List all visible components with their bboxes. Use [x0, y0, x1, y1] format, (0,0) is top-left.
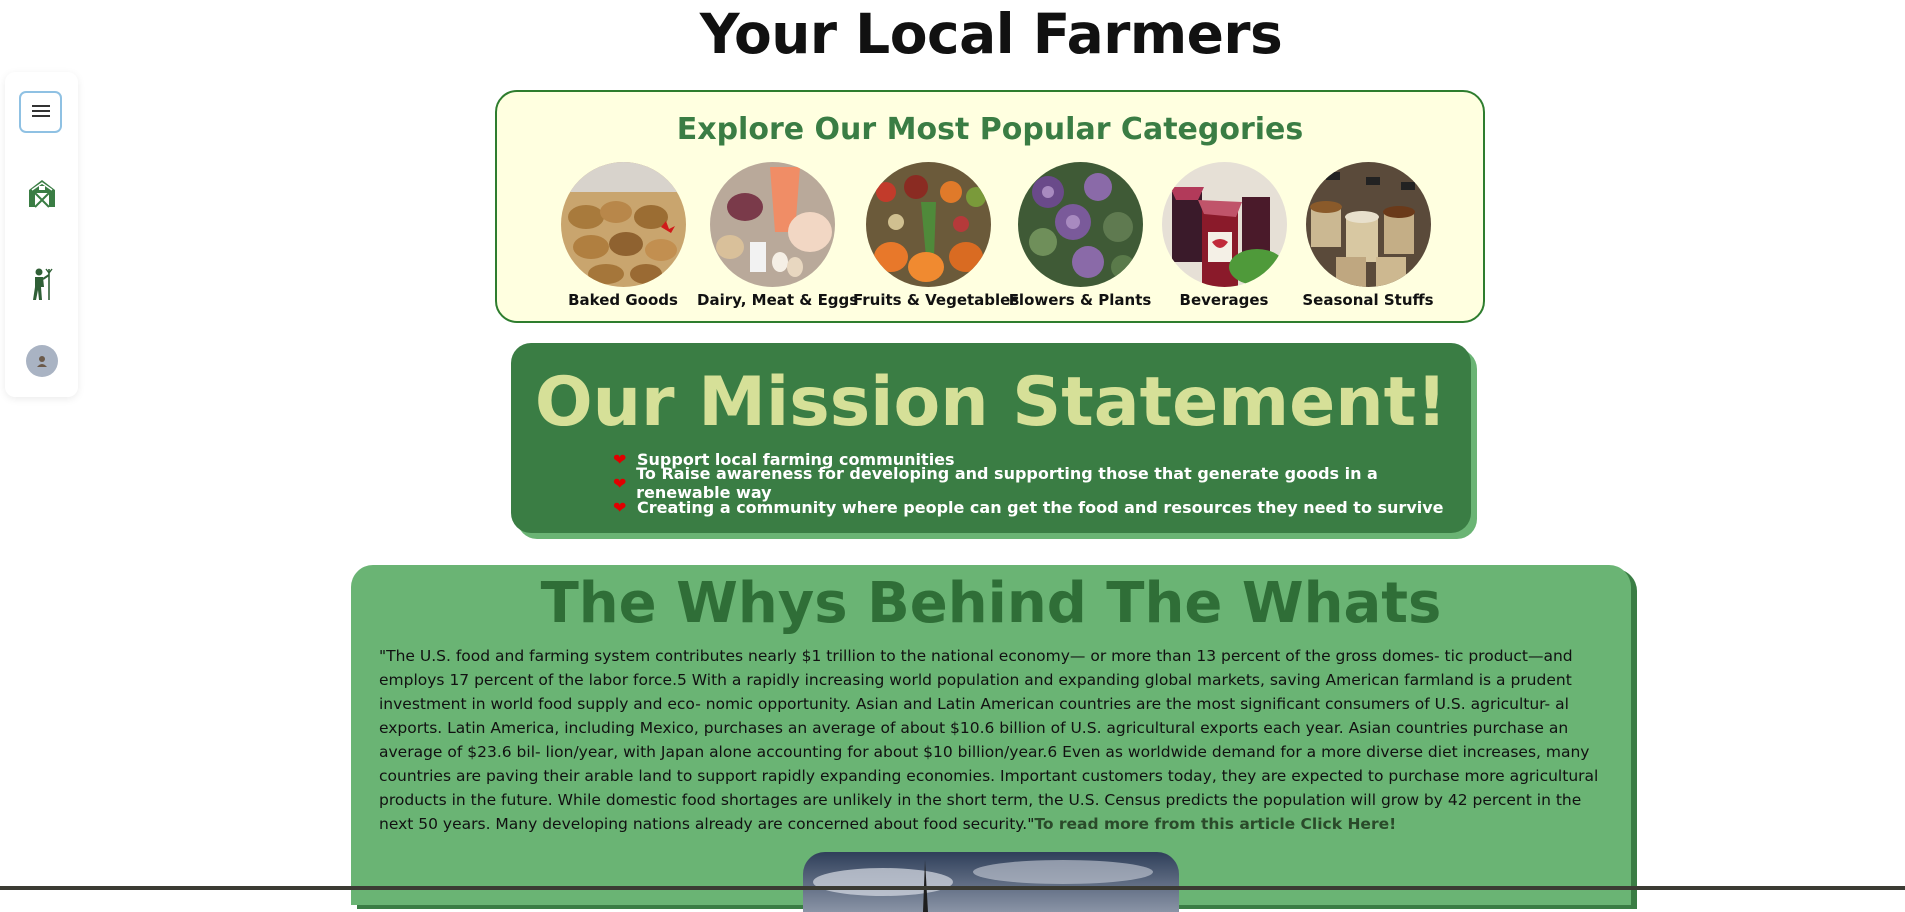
mission-item: ❤ Creating a community where people can g…	[613, 495, 1471, 519]
categories-panel: Explore Our Most Popular Categories Bake…	[495, 90, 1485, 323]
beverages-image	[1161, 162, 1287, 287]
whys-panel: The Whys Behind The Whats "The U.S. food…	[351, 565, 1631, 912]
category-fruits-vegetables[interactable]: Fruits & Vegetables	[853, 162, 1020, 309]
whys-quote-text: "The U.S. food and farming system contri…	[379, 647, 1599, 833]
menu-button[interactable]	[19, 91, 62, 133]
whys-title: The Whys Behind The Whats	[540, 571, 1442, 636]
categories-heading: Explore Our Most Popular Categories	[676, 112, 1304, 147]
category-label: Flowers & Plants	[1008, 291, 1152, 309]
category-baked-goods[interactable]: Baked Goods	[548, 162, 698, 309]
page-title: Your Local Farmers	[699, 2, 1283, 66]
barn-icon[interactable]	[25, 176, 59, 210]
read-more-link[interactable]: To read more from this article Click Her…	[1034, 815, 1396, 833]
category-label: Beverages	[1179, 291, 1269, 309]
mission-item-text: To Raise awareness for developing and su…	[636, 464, 1378, 502]
field-photo	[803, 852, 1179, 912]
fruits-vegetables-image	[865, 162, 991, 287]
menu-icon	[31, 104, 50, 121]
mission-item-text: Creating a community where people can ge…	[637, 497, 1444, 517]
mission-title: Our Mission Statement!	[534, 363, 1448, 442]
category-dairy-meat-eggs[interactable]: Dairy, Meat & Eggs	[697, 162, 859, 309]
category-label: Seasonal Stuffs	[1302, 291, 1434, 309]
profile-icon[interactable]	[26, 345, 58, 377]
dairy-meat-eggs-image	[709, 162, 835, 287]
mission-panel: Our Mission Statement! ❤ Support local fa…	[511, 343, 1471, 533]
mission-item: ❤ To Raise awareness for developing and s…	[613, 464, 1471, 502]
category-label: Baked Goods	[568, 291, 678, 309]
farmer-icon[interactable]	[25, 267, 59, 301]
heart-icon: ❤	[613, 473, 627, 493]
bottom-bar	[0, 886, 1905, 890]
category-seasonal-stuffs[interactable]: Seasonal Stuffs	[1293, 162, 1443, 309]
flowers-plants-image	[1017, 162, 1143, 287]
baked-goods-image	[560, 162, 686, 287]
heart-icon: ❤	[613, 497, 627, 517]
whys-quote: "The U.S. food and farming system contri…	[379, 644, 1604, 836]
category-beverages[interactable]: Beverages	[1149, 162, 1299, 309]
heart-icon: ❤	[613, 449, 627, 469]
seasonal-stuffs-image	[1305, 162, 1431, 287]
category-label: Dairy, Meat & Eggs	[697, 291, 859, 309]
category-flowers-plants[interactable]: Flowers & Plants	[1005, 162, 1155, 309]
sidebar	[5, 72, 78, 397]
category-label: Fruits & Vegetables	[853, 291, 1020, 309]
mission-list: ❤ Support local farming communities ❤ To R…	[613, 447, 1471, 519]
